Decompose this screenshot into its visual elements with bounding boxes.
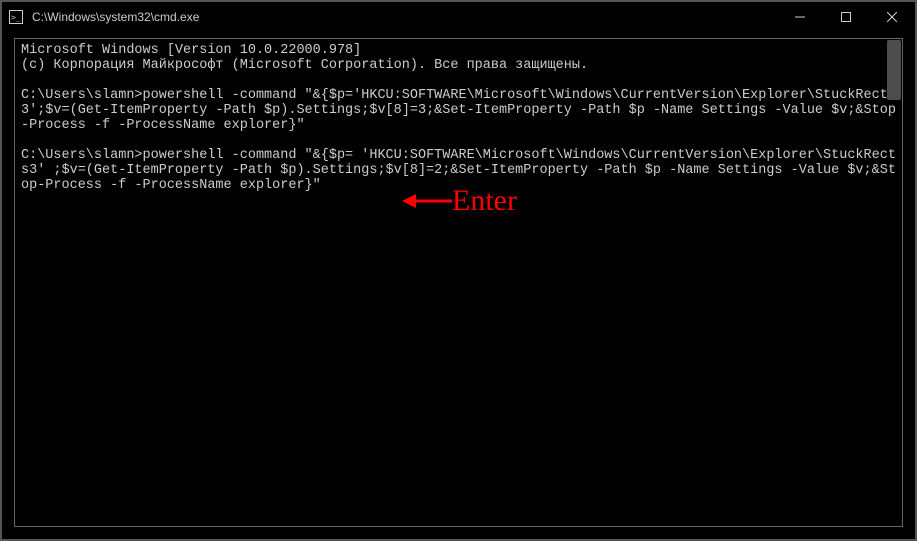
maximize-button[interactable] — [823, 2, 869, 32]
cmd-icon: >_ — [8, 9, 24, 25]
svg-text:>_: >_ — [11, 13, 21, 22]
close-button[interactable] — [869, 2, 915, 32]
version-line: Microsoft Windows [Version 10.0.22000.97… — [21, 43, 361, 58]
window-title: C:\Windows\system32\cmd.exe — [32, 10, 199, 24]
cmd-window: >_ C:\Windows\system32\cmd.exe Microsoft… — [0, 0, 917, 541]
copyright-line: (c) Корпорация Майкрософт (Microsoft Cor… — [21, 58, 588, 73]
scrollbar-thumb[interactable] — [887, 40, 901, 100]
terminal-area[interactable]: Microsoft Windows [Version 10.0.22000.97… — [14, 38, 903, 527]
minimize-button[interactable] — [777, 2, 823, 32]
command-line-1: C:\Users\slamn>powershell -command "&{$p… — [21, 88, 896, 133]
titlebar[interactable]: >_ C:\Windows\system32\cmd.exe — [2, 2, 915, 32]
command-line-2: C:\Users\slamn>powershell -command "&{$p… — [21, 148, 896, 193]
